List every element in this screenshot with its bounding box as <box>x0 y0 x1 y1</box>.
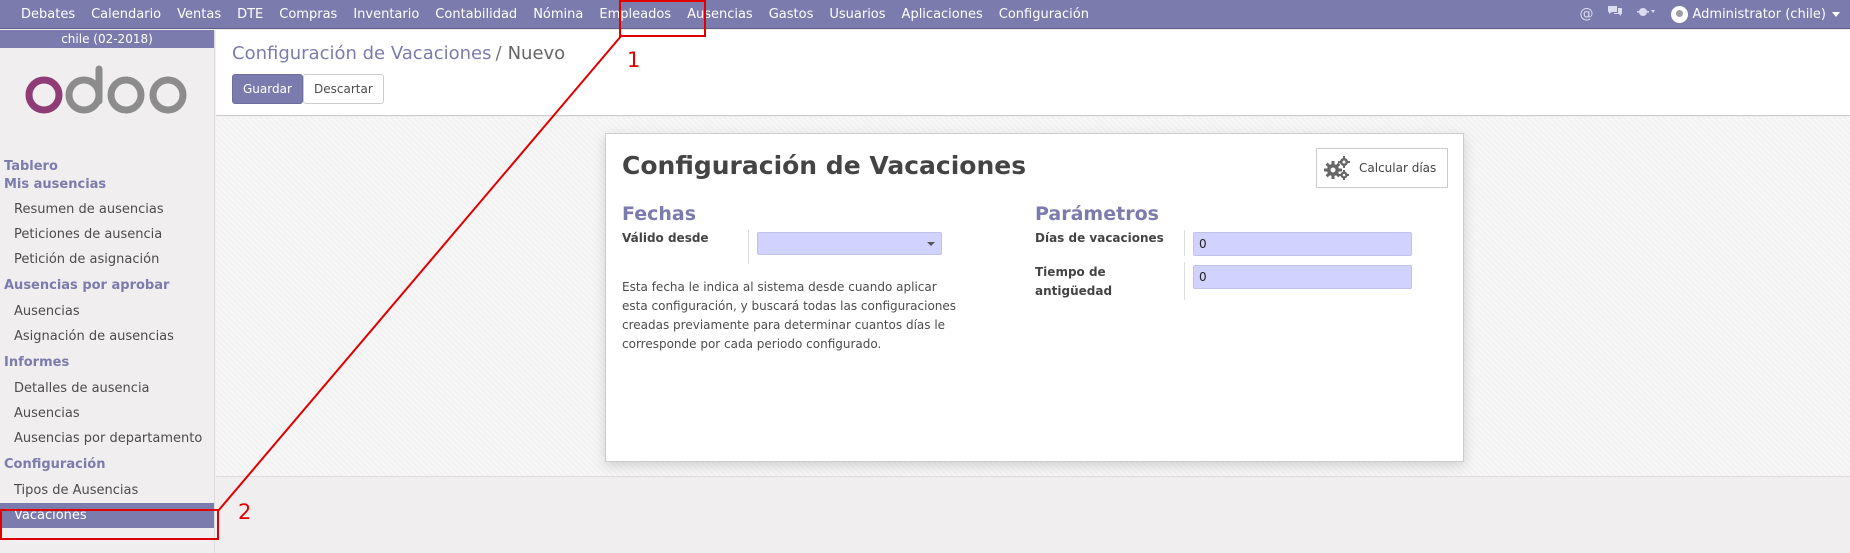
annotation-connector-line <box>217 34 623 512</box>
annotation-label-1: 1 <box>627 48 641 72</box>
annotation-label-2: 2 <box>238 500 252 524</box>
